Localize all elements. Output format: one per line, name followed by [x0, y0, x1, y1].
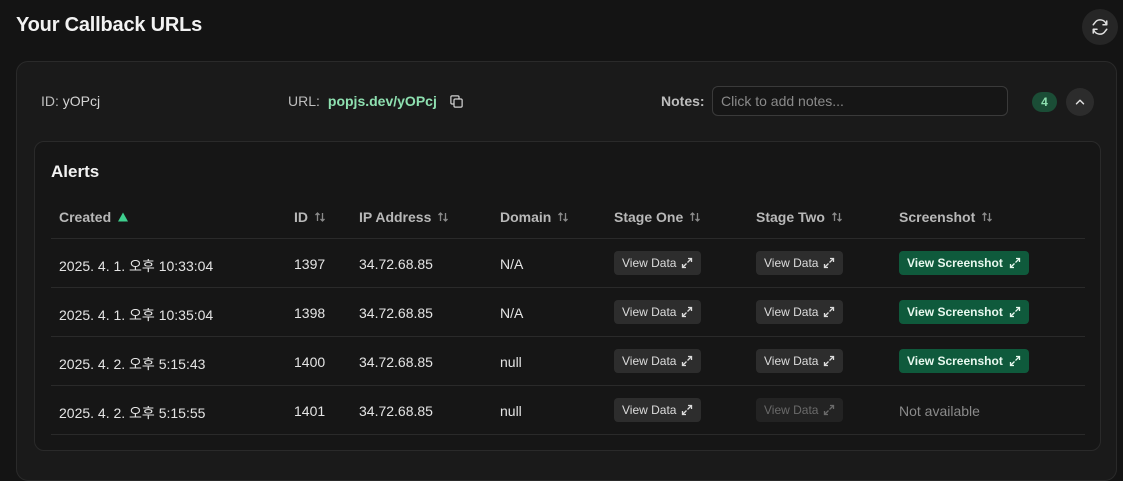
expand-icon — [682, 306, 693, 318]
view-screenshot-button[interactable]: View Screenshot — [899, 251, 1029, 275]
cell-ip: 34.72.68.85 — [359, 354, 433, 370]
column-header-label: ID — [294, 209, 308, 225]
column-header-domain[interactable]: Domain — [500, 209, 569, 225]
cell-id: 1401 — [294, 403, 326, 419]
stage-one-view-data-button[interactable]: View Data — [614, 398, 702, 422]
column-header-label: Domain — [500, 209, 552, 225]
button-label: View Data — [622, 354, 677, 368]
column-header-id[interactable]: ID — [294, 209, 326, 225]
button-label: View Data — [622, 403, 677, 417]
refresh-button[interactable] — [1082, 9, 1118, 45]
button-label: View Screenshot — [907, 354, 1003, 368]
button-label: View Screenshot — [907, 305, 1003, 319]
column-header-label: IP Address — [359, 209, 432, 225]
cell-created: 2025. 4. 1. 오후 10:35:04 — [59, 307, 214, 323]
callback-url-value[interactable]: popjs.dev/yOPcj — [328, 93, 437, 109]
expand-icon — [824, 257, 835, 269]
expand-icon — [1009, 306, 1020, 318]
screenshot-not-available: Not available — [899, 403, 980, 419]
cell-ip: 34.72.68.85 — [359, 256, 433, 272]
cell-id: 1397 — [294, 256, 326, 272]
cell-id: 1398 — [294, 305, 326, 321]
column-header-label: Stage One — [614, 209, 684, 225]
column-header-label: Created — [59, 209, 112, 225]
sort-icon — [315, 212, 325, 222]
callback-url-label: URL: — [288, 93, 320, 109]
cell-created: 2025. 4. 2. 오후 5:15:55 — [59, 405, 206, 421]
stage-one-view-data-button[interactable]: View Data — [614, 349, 702, 373]
stage-two-view-data-button[interactable]: View Data — [756, 251, 844, 275]
button-label: View Data — [622, 305, 677, 319]
callback-url: URL: popjs.dev/yOPcj — [288, 93, 464, 109]
alert-count-badge: 4 — [1032, 92, 1057, 112]
page-title: Your Callback URLs — [16, 14, 203, 36]
column-header-screenshot[interactable]: Screenshot — [899, 209, 993, 225]
cell-created: 2025. 4. 2. 오후 5:15:43 — [59, 356, 206, 372]
row-divider — [51, 434, 1085, 435]
expand-icon — [1009, 257, 1020, 269]
sort-icon — [832, 212, 842, 222]
expand-icon — [682, 355, 693, 367]
sort-icon — [690, 212, 701, 222]
button-label: View Data — [764, 354, 819, 368]
stage-one-view-data-button[interactable]: View Data — [614, 251, 702, 275]
sort-ascending-icon — [118, 212, 129, 222]
button-label: View Screenshot — [907, 256, 1003, 270]
button-label: View Data — [764, 403, 819, 417]
expand-icon — [824, 355, 835, 367]
stage-two-view-data-button-disabled: View Data — [756, 398, 844, 422]
cell-ip: 34.72.68.85 — [359, 403, 433, 419]
chevron-up-icon — [1075, 99, 1085, 105]
refresh-icon — [1092, 19, 1108, 35]
callback-id-value: yOPcj — [62, 93, 101, 109]
alerts-panel: Alerts Created ID IP Address Domain Stag… — [34, 141, 1101, 451]
stage-two-view-data-button[interactable]: View Data — [756, 300, 844, 324]
button-label: View Data — [764, 256, 819, 270]
column-header-created[interactable]: Created — [59, 209, 129, 225]
sort-icon — [438, 212, 449, 222]
expand-icon — [682, 257, 693, 269]
cell-domain: N/A — [500, 256, 524, 272]
callback-id: ID: yOPcj — [41, 93, 100, 109]
row-divider — [51, 336, 1085, 337]
callback-id-label: ID: — [41, 93, 59, 109]
column-header-label: Screenshot — [899, 209, 976, 225]
notes-input[interactable] — [712, 86, 1008, 116]
expand-icon — [824, 306, 835, 318]
row-divider — [51, 287, 1085, 288]
button-label: View Data — [622, 256, 677, 270]
column-header-ip-address[interactable]: IP Address — [359, 209, 449, 225]
button-label: View Data — [764, 305, 819, 319]
view-screenshot-button[interactable]: View Screenshot — [899, 349, 1029, 373]
column-header-stage-two[interactable]: Stage Two — [756, 209, 843, 225]
cell-ip: 34.72.68.85 — [359, 305, 433, 321]
table-divider — [51, 238, 1085, 239]
view-screenshot-button[interactable]: View Screenshot — [899, 300, 1029, 324]
expand-icon — [1009, 355, 1020, 367]
cell-created: 2025. 4. 1. 오후 10:33:04 — [59, 258, 214, 274]
cell-domain: N/A — [500, 305, 524, 321]
expand-icon — [824, 404, 835, 416]
collapse-button[interactable] — [1066, 88, 1094, 116]
sort-icon — [558, 212, 569, 222]
callback-card: ID: yOPcj URL: popjs.dev/yOPcj Notes: 4 … — [16, 61, 1117, 481]
sort-icon — [982, 212, 993, 222]
column-header-label: Stage Two — [756, 209, 825, 225]
stage-two-view-data-button[interactable]: View Data — [756, 349, 844, 373]
column-header-stage-one[interactable]: Stage One — [614, 209, 701, 225]
cell-domain: null — [500, 354, 522, 370]
copy-icon[interactable] — [449, 94, 464, 109]
cell-id: 1400 — [294, 354, 326, 370]
row-divider — [51, 385, 1085, 386]
cell-domain: null — [500, 403, 522, 419]
stage-one-view-data-button[interactable]: View Data — [614, 300, 702, 324]
expand-icon — [682, 404, 693, 416]
alerts-title: Alerts — [51, 162, 100, 181]
notes-label: Notes: — [661, 93, 705, 109]
